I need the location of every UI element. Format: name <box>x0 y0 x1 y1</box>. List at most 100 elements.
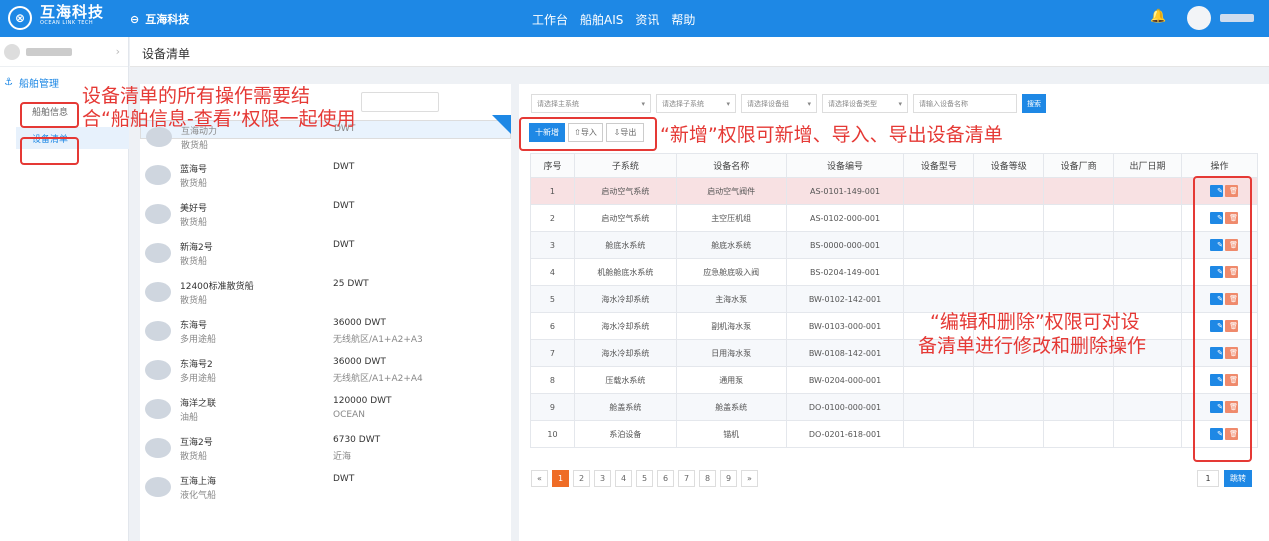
search-button[interactable]: 搜索 <box>1022 94 1046 113</box>
pager-page-6[interactable]: 6 <box>657 470 674 487</box>
table-row[interactable]: 3 舱底水系统 舱底水系统 BS-0000-000-001 ✎ 🗑 <box>530 231 1258 259</box>
logo[interactable]: ⊗ 互海科技 OCEAN LINK TECH <box>8 3 105 30</box>
chevron-down-icon: ▾ <box>726 99 730 108</box>
annotation-note-right-1: “编辑和删除”权限可对设 <box>930 311 1140 333</box>
row-equipment-code: BW-0102-142-001 <box>785 285 905 313</box>
pager-page-5[interactable]: 5 <box>636 470 653 487</box>
nav-workbench[interactable]: 工作台 <box>532 11 568 28</box>
anchor-icon: ⚓ <box>4 77 13 88</box>
row-index: 8 <box>530 366 575 394</box>
ship-list-item[interactable]: 互海2号 散货船 6730 DWT 近海 <box>140 432 511 470</box>
row-subsystem: 海水冷却系统 <box>573 339 677 367</box>
org-switcher[interactable]: ⊖ 互海科技 <box>130 11 189 27</box>
goto-page-input[interactable]: 1 <box>1197 470 1219 487</box>
row-grade <box>973 393 1045 421</box>
ship-extra-info: OCEAN <box>333 410 365 420</box>
user-name-redacted[interactable] <box>1220 14 1254 22</box>
ship-list-item[interactable]: 东海号2 多用途船 36000 DWT 无线航区/A1+A2+A4 <box>140 354 511 392</box>
main-nav: 工作台 船舶AIS 资讯 帮助 <box>532 11 695 28</box>
ship-type: 多用途船 <box>180 374 217 384</box>
col-equipment-name: 设备名称 <box>675 153 787 178</box>
row-equipment-name: 舱盖系统 <box>675 393 787 421</box>
back-icon[interactable]: ⊖ <box>130 13 139 26</box>
highlight-action-column <box>1193 176 1252 462</box>
annotation-note-middle: “新增”权限可新增、导入、导出设备清单 <box>660 124 1003 146</box>
row-model <box>903 231 975 259</box>
pager-page-4[interactable]: 4 <box>615 470 632 487</box>
pager-page-2[interactable]: 2 <box>573 470 590 487</box>
ship-search-input[interactable] <box>361 92 439 112</box>
pager-page-9[interactable]: 9 <box>720 470 737 487</box>
sub-system-select[interactable]: 请选择子系统 ▾ <box>656 94 736 113</box>
ship-name: 美好号 <box>180 204 208 214</box>
chevron-right-icon[interactable]: › <box>116 45 120 58</box>
ship-list-item[interactable]: 蓝海号 散货船 DWT <box>140 159 511 197</box>
equipment-type-select[interactable]: 请选择设备类型 ▾ <box>822 94 908 113</box>
ship-dwt: DWT <box>333 240 355 250</box>
table-header-row: 序号 子系统 设备名称 设备编号 设备型号 设备等级 设备厂商 出厂日期 操作 <box>530 153 1258 178</box>
ship-image <box>145 204 171 224</box>
ship-dwt: DWT <box>333 162 355 172</box>
row-index: 2 <box>530 204 575 232</box>
ship-list-item[interactable]: 海洋之联 油船 120000 DWT OCEAN <box>140 393 511 431</box>
row-equipment-code: BS-0204-149-001 <box>785 258 905 286</box>
equipment-name-input[interactable]: 请输入设备名称 <box>913 94 1017 113</box>
nav-help[interactable]: 帮助 <box>671 11 695 28</box>
row-index: 5 <box>530 285 575 313</box>
goto-button[interactable]: 跳转 <box>1224 470 1252 487</box>
nav-news[interactable]: 资讯 <box>635 11 659 28</box>
highlight-equipment-list <box>20 137 79 165</box>
row-equipment-name: 锚机 <box>675 420 787 448</box>
pager-prev[interactable]: « <box>531 470 548 487</box>
ship-list-item[interactable]: 12400标准散货船 散货船 25 DWT <box>140 276 511 314</box>
pager-next[interactable]: » <box>741 470 758 487</box>
pager-page-8[interactable]: 8 <box>699 470 716 487</box>
logo-name: 互海科技 <box>40 3 105 21</box>
pager-page-7[interactable]: 7 <box>678 470 695 487</box>
row-production-date <box>1113 393 1182 421</box>
ship-image <box>145 399 171 419</box>
row-production-date <box>1113 420 1182 448</box>
table-row[interactable]: 4 机舱舱底水系统 应急舱底吸入阀 BS-0204-149-001 ✎ 🗑 <box>530 258 1258 286</box>
table-row[interactable]: 5 海水冷却系统 主海水泵 BW-0102-142-001 ✎ 🗑 <box>530 285 1258 313</box>
pagination: « 1 2 3 4 5 6 7 8 9 » <box>531 470 758 487</box>
sidebar-user[interactable]: › <box>0 37 128 67</box>
row-equipment-name: 主海水泵 <box>675 285 787 313</box>
highlight-ship-info <box>20 102 79 128</box>
row-production-date <box>1113 231 1182 259</box>
nav-ship-ais[interactable]: 船舶AIS <box>580 11 623 28</box>
ship-dwt: 36000 DWT <box>333 318 386 328</box>
pager-page-1[interactable]: 1 <box>552 470 569 487</box>
table-row[interactable]: 10 系泊设备 锚机 DO-0201-618-001 ✎ 🗑 <box>530 420 1258 448</box>
table-row[interactable]: 8 压载水系统 通用泵 BW-0204-000-001 ✎ 🗑 <box>530 366 1258 394</box>
ship-name: 互海上海 <box>180 477 217 487</box>
page-title: 设备清单 <box>142 47 191 61</box>
table-row[interactable]: 6 海水冷却系统 副机海水泵 BW-0103-000-001 ✎ 🗑 <box>530 312 1258 340</box>
ship-list-item[interactable]: 互海上海 液化气船 DWT <box>140 471 511 509</box>
row-equipment-code: BW-0204-000-001 <box>785 366 905 394</box>
row-grade <box>973 366 1045 394</box>
user-avatar[interactable] <box>1187 6 1211 30</box>
row-model <box>903 393 975 421</box>
row-equipment-code: AS-0101-149-001 <box>785 177 905 205</box>
table-row[interactable]: 1 启动空气系统 启动空气阀件 AS-0101-149-001 ✎ 🗑 <box>530 177 1258 205</box>
equipment-table-body: 1 启动空气系统 启动空气阀件 AS-0101-149-001 ✎ 🗑 2 启动空气系统 主空压… <box>530 177 1258 448</box>
ship-list-item[interactable]: 东海号 多用途船 36000 DWT 无线航区/A1+A2+A3 <box>140 315 511 353</box>
table-row[interactable]: 7 海水冷却系统 日用海水泵 BW-0108-142-001 ✎ 🗑 <box>530 339 1258 367</box>
ship-list-item[interactable]: 美好号 散货船 DWT <box>140 198 511 236</box>
table-row[interactable]: 9 舱盖系统 舱盖系统 DO-0100-000-001 ✎ 🗑 <box>530 393 1258 421</box>
row-index: 4 <box>530 258 575 286</box>
equipment-name-placeholder: 请输入设备名称 <box>919 99 968 108</box>
row-grade <box>973 177 1045 205</box>
table-row[interactable]: 2 启动空气系统 主空压机组 AS-0102-000-001 ✎ 🗑 <box>530 204 1258 232</box>
annotation-note-left-1: 设备清单的所有操作需要结 <box>82 85 311 107</box>
main-system-select[interactable]: 请选择主系统 ▾ <box>531 94 651 113</box>
pager-page-3[interactable]: 3 <box>594 470 611 487</box>
row-manufacturer <box>1043 420 1115 448</box>
equipment-group-select[interactable]: 请选择设备组 ▾ <box>741 94 817 113</box>
ship-list-item[interactable]: 新海2号 散货船 DWT <box>140 237 511 275</box>
bell-icon[interactable]: 🔔 <box>1150 9 1166 24</box>
equipment-panel: 请选择主系统 ▾ 请选择子系统 ▾ 请选择设备组 ▾ 请选择设备类型 ▾ 请输入设备名称… <box>519 84 1269 541</box>
ship-extra-info: 无线航区/A1+A2+A4 <box>333 374 423 384</box>
org-name: 互海科技 <box>145 13 190 26</box>
